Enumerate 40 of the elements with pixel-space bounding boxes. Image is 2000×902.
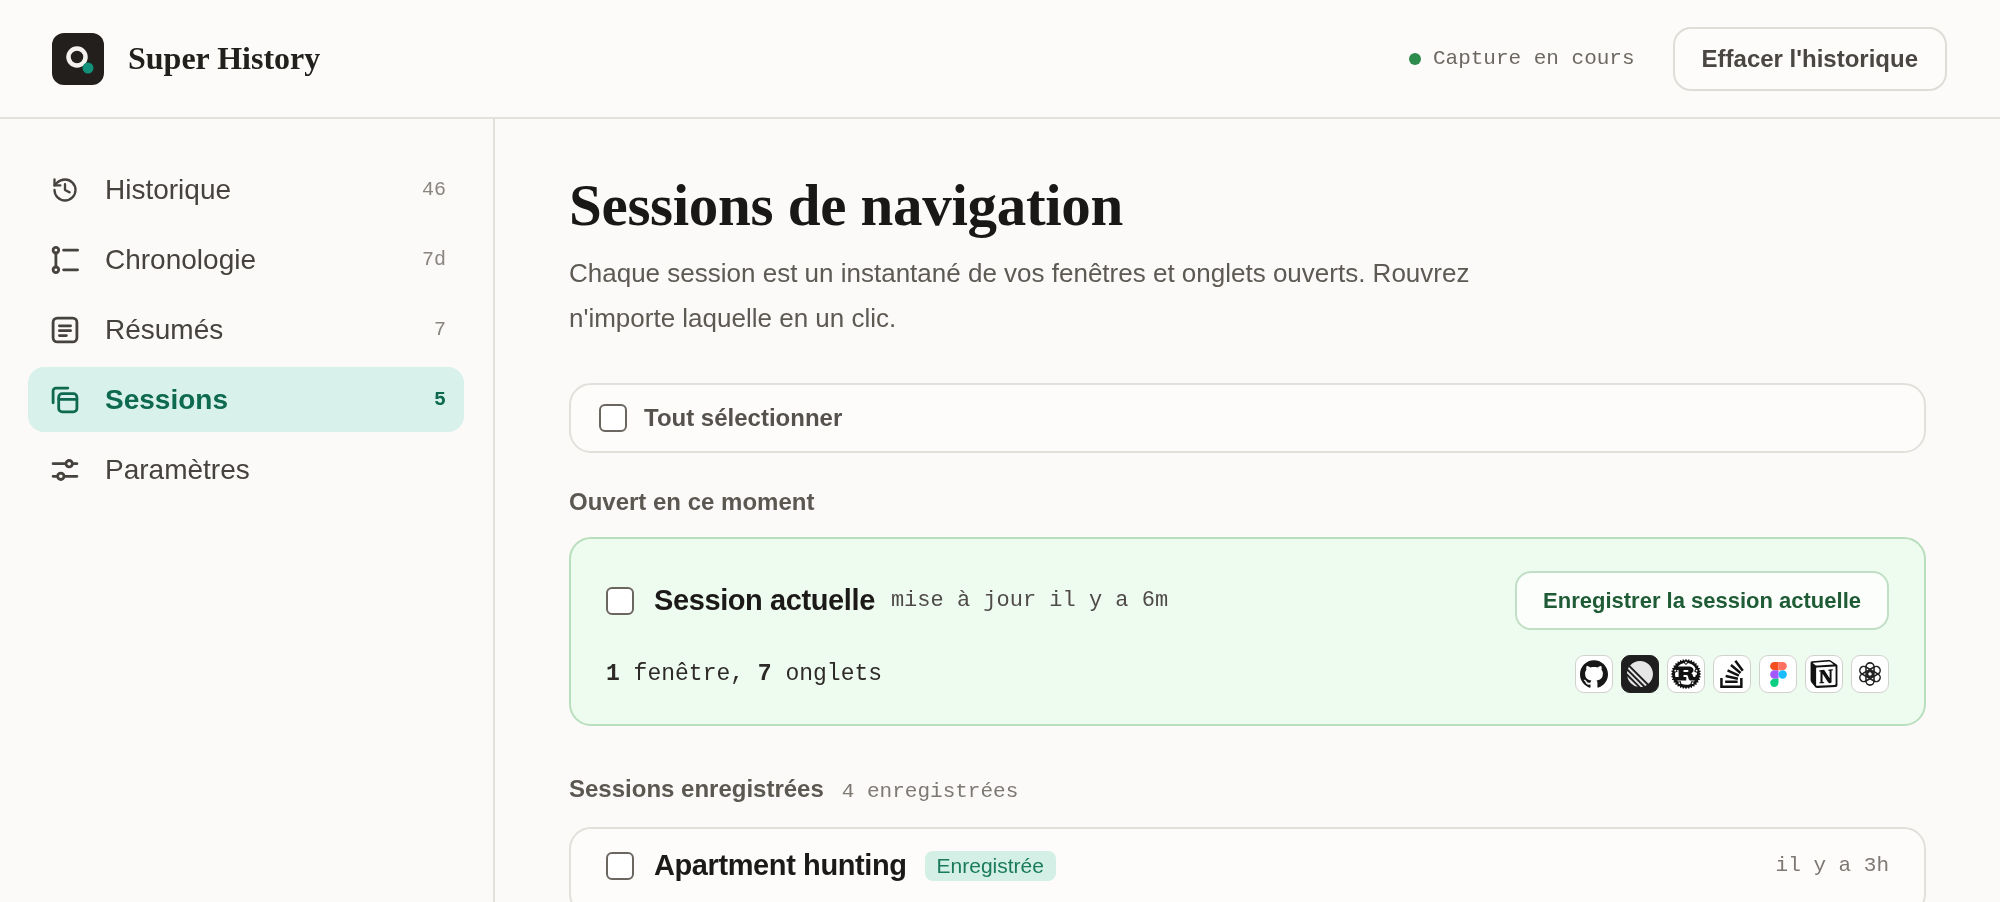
item-count: 5 xyxy=(434,388,446,411)
github-icon xyxy=(1575,655,1613,693)
sidebar-item[interactable]: Résumés 7 xyxy=(28,297,464,362)
notion-icon xyxy=(1805,655,1843,693)
checkbox[interactable] xyxy=(606,586,634,615)
windows-icon xyxy=(51,385,79,414)
sidebar-item[interactable]: Paramètres xyxy=(28,437,464,502)
session-name: Apartment hunting xyxy=(654,849,907,882)
checkbox[interactable] xyxy=(599,404,627,432)
session-time: il y a 3h xyxy=(1775,854,1889,877)
item-count: 46 xyxy=(422,178,446,201)
item-count: 7 xyxy=(434,318,446,341)
section-heading: Sessions enregistrées xyxy=(569,774,824,804)
status-badge: Enregistrée xyxy=(924,850,1056,881)
app-name: Super History xyxy=(128,40,321,77)
sidebar-item[interactable]: Chronologie 7d xyxy=(28,227,464,292)
figma-icon xyxy=(1759,655,1797,693)
item-count: 7d xyxy=(422,248,446,271)
page-title: Sessions de navigation xyxy=(569,173,1124,237)
session-updated: mise à jour il y a 6m xyxy=(890,588,1169,613)
save-session-button[interactable]: Enregistrer la session actuelle xyxy=(1515,571,1889,630)
logo-icon xyxy=(52,32,104,85)
checkbox[interactable] xyxy=(606,851,634,880)
session-summary: 1 fenêtre, 7 onglets xyxy=(606,661,883,687)
clear-history-button[interactable]: Effacer l'historique xyxy=(1672,26,1947,91)
rust-icon xyxy=(1667,655,1705,693)
status-label: Capture en cours xyxy=(1432,47,1635,70)
page-description: Chaque session est un instantané de vos fenêtres et onglets ouverts. Rouvrez n'importe laquelle en un clic. xyxy=(569,257,1471,335)
section-heading: Ouvert en ce moment xyxy=(569,487,815,517)
timeline-icon xyxy=(51,245,79,274)
section-count: 4 enregistrées xyxy=(841,779,1019,805)
sidebar-item[interactable]: Historique 46 xyxy=(28,157,464,222)
session-name: Session actuelle xyxy=(654,584,875,617)
stack-overflow-icon xyxy=(1713,655,1751,693)
document-icon xyxy=(51,315,79,344)
history-icon xyxy=(51,175,79,204)
openai-icon xyxy=(1851,655,1889,693)
select-all-label[interactable]: Tout sélectionner xyxy=(644,404,843,432)
sidebar-item[interactable]: Sessions 5 xyxy=(28,367,464,432)
linear-icon xyxy=(1621,655,1659,693)
